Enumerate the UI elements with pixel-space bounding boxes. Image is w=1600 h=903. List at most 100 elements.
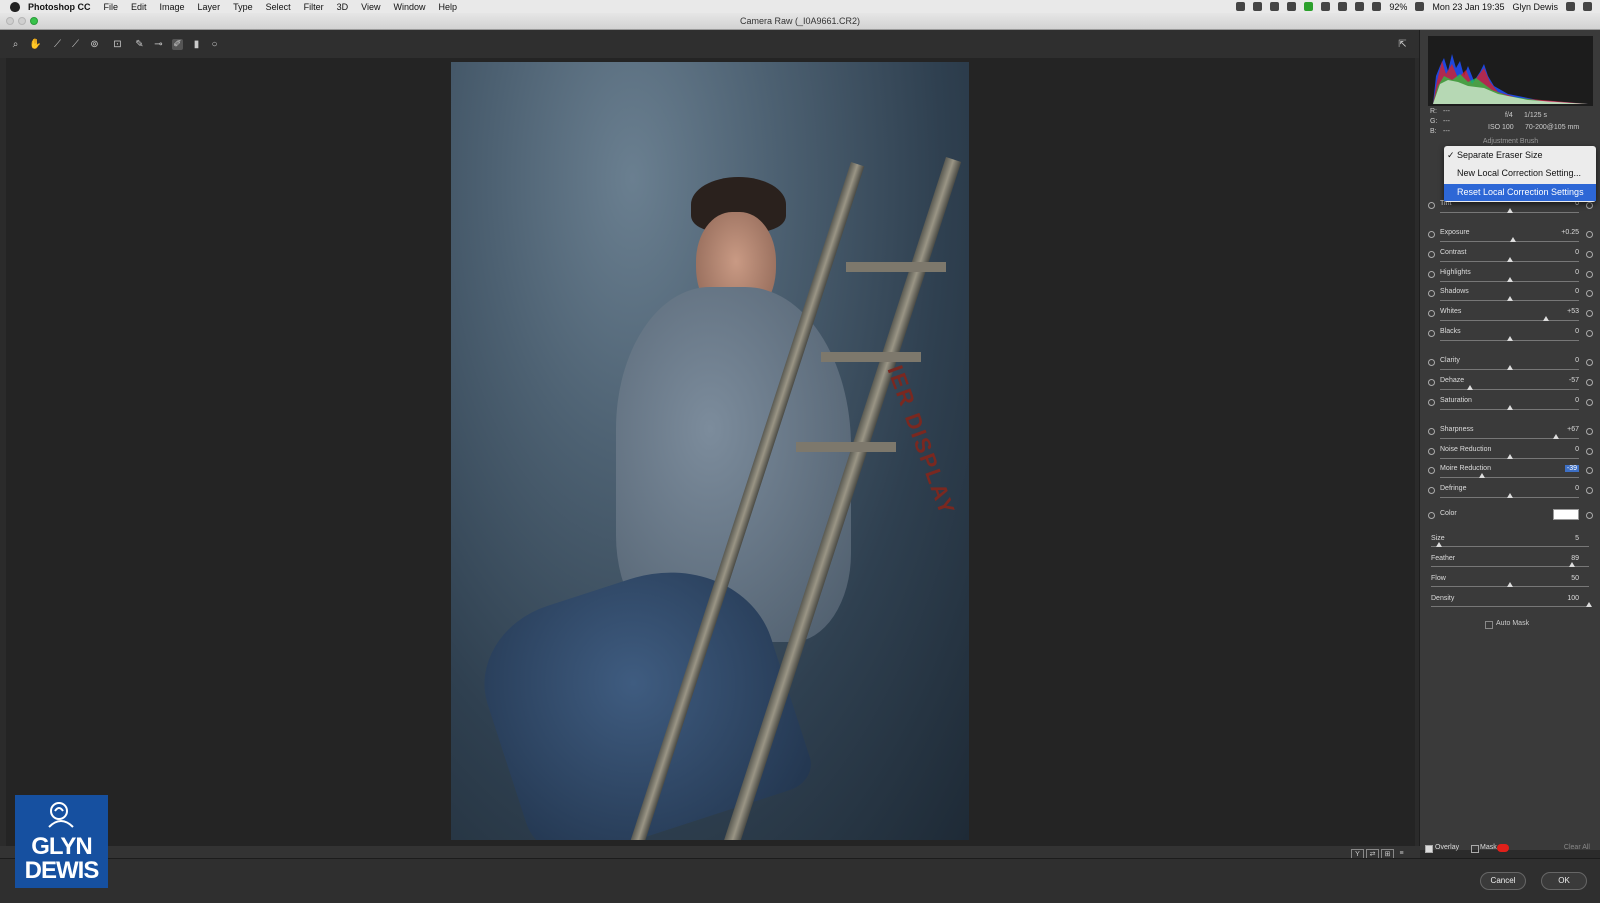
battery-icon[interactable] [1415, 2, 1425, 11]
slider-value[interactable]: +0.25 [1561, 229, 1579, 236]
slider-thumb[interactable] [1506, 405, 1513, 410]
minus-icon[interactable] [1428, 231, 1435, 238]
battery-percent[interactable]: 92% [1389, 2, 1407, 12]
slider-value[interactable]: 0 [1575, 328, 1579, 335]
slider-thumb[interactable] [1506, 365, 1513, 370]
auto-mask-option[interactable]: Auto Mask [1420, 620, 1600, 632]
ok-button[interactable]: OK [1541, 872, 1587, 890]
menu-image[interactable]: Image [160, 2, 185, 12]
preferences-view-icon[interactable]: ≡ [1396, 849, 1407, 858]
slider-value[interactable]: 0 [1575, 249, 1579, 256]
volume-icon[interactable] [1372, 2, 1382, 11]
menu-item-separate-eraser-size[interactable]: ✓ Separate Eraser Size [1444, 147, 1596, 164]
brush-track[interactable] [1431, 546, 1589, 547]
graduated-filter-icon[interactable]: ▮ [191, 39, 202, 50]
minus-icon[interactable] [1428, 271, 1435, 278]
plus-icon[interactable] [1586, 330, 1593, 337]
slider-thumb[interactable] [1506, 277, 1513, 282]
straighten-tool-icon[interactable]: ✎ [134, 39, 145, 50]
plus-icon[interactable] [1586, 202, 1593, 209]
menu-file[interactable]: File [104, 2, 119, 12]
color-minus-icon[interactable] [1428, 512, 1435, 519]
hand-tool-icon[interactable]: ✋ [29, 39, 41, 50]
notification-center-icon[interactable] [1583, 2, 1592, 11]
minus-icon[interactable] [1428, 290, 1435, 297]
brush-thumb[interactable] [1586, 602, 1592, 607]
plus-icon[interactable] [1586, 487, 1593, 494]
slider-thumb[interactable] [1543, 316, 1550, 321]
brush-thumb[interactable] [1507, 582, 1513, 587]
brush-track[interactable] [1431, 566, 1589, 567]
overlay-checkbox[interactable] [1425, 845, 1433, 853]
spot-removal-icon[interactable]: ⊸ [153, 39, 164, 50]
menu-3d[interactable]: 3D [337, 2, 349, 12]
menu-type[interactable]: Type [233, 2, 253, 12]
minus-icon[interactable] [1428, 359, 1435, 366]
zoom-tool-icon[interactable]: ⌕ [10, 39, 21, 50]
adjustment-brush-icon[interactable]: ✐ [172, 39, 183, 50]
brush-track[interactable] [1431, 606, 1589, 607]
color-plus-icon[interactable] [1586, 512, 1593, 519]
mask-checkbox[interactable] [1471, 845, 1479, 853]
plus-icon[interactable] [1586, 428, 1593, 435]
slider-thumb[interactable] [1506, 454, 1513, 459]
plus-icon[interactable] [1586, 231, 1593, 238]
menu-item-new-local-correction-setting[interactable]: New Local Correction Setting... [1444, 165, 1596, 182]
dropbox-icon[interactable] [1287, 2, 1297, 11]
auto-mask-checkbox[interactable] [1485, 621, 1493, 629]
minus-icon[interactable] [1428, 467, 1435, 474]
plus-icon[interactable] [1586, 359, 1593, 366]
slider-thumb[interactable] [1506, 336, 1513, 341]
minus-icon[interactable] [1428, 310, 1435, 317]
clear-all-button[interactable]: Clear All [1564, 844, 1590, 851]
color-swatch[interactable] [1553, 509, 1579, 520]
minus-icon[interactable] [1428, 448, 1435, 455]
menubar-datetime[interactable]: Mon 23 Jan 19:35 [1432, 2, 1504, 12]
evernote-icon[interactable] [1304, 2, 1314, 11]
slider-track[interactable] [1440, 477, 1579, 478]
brush-value[interactable]: 89 [1571, 555, 1579, 562]
slider-track[interactable] [1440, 389, 1579, 390]
spotlight-icon[interactable] [1566, 2, 1575, 11]
slider-thumb[interactable] [1466, 385, 1473, 390]
fullscreen-toggle-icon[interactable]: ⇱ [1397, 39, 1408, 50]
display-icon[interactable] [1270, 2, 1280, 11]
targeted-adjustment-icon[interactable]: ⊚ [89, 39, 100, 50]
mask-color-swatch[interactable] [1497, 844, 1509, 852]
creative-cloud-icon[interactable] [1236, 2, 1246, 11]
menu-layer[interactable]: Layer [198, 2, 221, 12]
menu-item-reset-local-correction-settings[interactable]: Reset Local Correction Settings [1444, 184, 1596, 201]
plus-icon[interactable] [1586, 290, 1593, 297]
minus-icon[interactable] [1428, 251, 1435, 258]
slider-value[interactable]: +67 [1567, 426, 1579, 433]
brush-value[interactable]: 50 [1571, 575, 1579, 582]
slider-thumb[interactable] [1509, 237, 1516, 242]
minus-icon[interactable] [1428, 330, 1435, 337]
cancel-button[interactable]: Cancel [1480, 872, 1526, 890]
slider-value[interactable]: 0 [1575, 269, 1579, 276]
slider-thumb[interactable] [1506, 257, 1513, 262]
wifi-icon[interactable] [1355, 2, 1365, 11]
slider-value[interactable]: 0 [1575, 397, 1579, 404]
plus-icon[interactable] [1586, 467, 1593, 474]
slider-value[interactable]: -39 [1564, 465, 1579, 472]
brush-value[interactable]: 100 [1567, 595, 1579, 602]
apple-menu-icon[interactable] [10, 1, 20, 12]
menu-view[interactable]: View [361, 2, 380, 12]
slider-value[interactable]: 0 [1575, 288, 1579, 295]
plus-icon[interactable] [1586, 399, 1593, 406]
slider-value[interactable]: 0 [1575, 485, 1579, 492]
menu-filter[interactable]: Filter [304, 2, 324, 12]
minus-icon[interactable] [1428, 202, 1435, 209]
menu-window[interactable]: Window [393, 2, 425, 12]
minus-icon[interactable] [1428, 428, 1435, 435]
slider-value[interactable]: 0 [1575, 446, 1579, 453]
menu-edit[interactable]: Edit [131, 2, 147, 12]
slider-value[interactable]: -57 [1569, 377, 1579, 384]
brush-thumb[interactable] [1435, 542, 1442, 547]
radial-filter-icon[interactable]: ○ [209, 39, 220, 50]
slider-thumb[interactable] [1506, 296, 1513, 301]
plus-icon[interactable] [1586, 271, 1593, 278]
clock-icon[interactable] [1338, 2, 1348, 11]
plus-icon[interactable] [1586, 310, 1593, 317]
